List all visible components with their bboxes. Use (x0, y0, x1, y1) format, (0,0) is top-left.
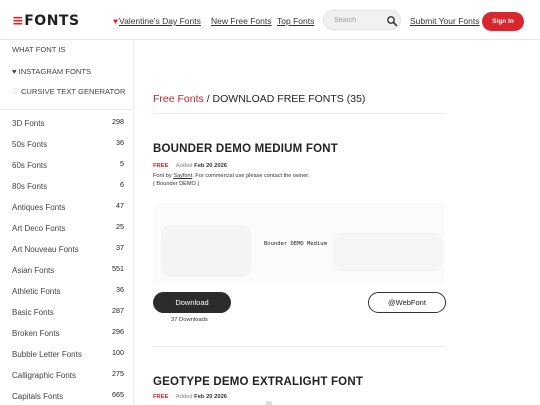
sidebar-link-label: CURSIVE TEXT GENERATOR (20, 87, 126, 96)
sidebar-link-instagram-fonts[interactable]: ♥ INSTAGRAM FONTS (12, 67, 91, 76)
sidebar-category[interactable]: Art Nouveau Fonts 37 (0, 239, 133, 260)
category-count: 5 (120, 159, 124, 168)
category-name: Antiques Fonts (12, 203, 66, 212)
category-name: 60s Fonts (12, 161, 48, 170)
breadcrumb-free-fonts-link[interactable]: Free Fonts (153, 93, 204, 105)
sidebar-category[interactable]: 80s Fonts 6 (0, 176, 133, 197)
category-name: Capitals Fonts (12, 392, 64, 401)
result-count: (35) (346, 93, 366, 105)
sidebar-link-label: WHAT FONT IS (12, 45, 66, 54)
preview-text: Bounder DEMO Medium (264, 241, 327, 247)
category-count: 551 (112, 264, 124, 273)
heart-icon: ♥ (113, 16, 119, 26)
nav-submit-your-fonts[interactable]: Submit Your Fonts (410, 16, 479, 26)
sidebar-category[interactable]: 50s Fonts 36 (0, 134, 133, 155)
category-count: 296 (112, 327, 124, 336)
nav-new-free-fonts[interactable]: New Free Fonts (211, 16, 271, 26)
heart-icon: ♥ (12, 67, 17, 76)
added-label: Added (175, 394, 193, 400)
font-preview[interactable]: Bounder DEMO Medium (153, 203, 445, 283)
category-name: Bubble Letter Fonts (12, 350, 82, 359)
category-count: 100 (112, 348, 124, 357)
category-name: Art Deco Fonts (12, 224, 66, 233)
sidebar-category[interactable]: Asian Fonts 551 (0, 260, 133, 281)
download-count: 37 Downloads (171, 317, 208, 323)
nav-valentine-label: Valentine's Day Fonts (119, 16, 201, 26)
search-box (323, 10, 401, 30)
sidebar-link-cursive-text-generator[interactable]: ♡ CURSIVE TEXT GENERATOR (12, 87, 125, 96)
font-meta: FREE Added Feb 20 2026 (153, 394, 227, 400)
sidebar-category[interactable]: Broken Fonts 296 (0, 323, 133, 344)
category-name: Asian Fonts (12, 266, 55, 275)
category-name: Broken Fonts (12, 329, 60, 338)
category-count: 47 (116, 201, 124, 210)
breadcrumb: Free Fonts / DOWNLOAD FREE FONTS (35) (153, 93, 365, 105)
byline-prefix: Font by (153, 173, 174, 179)
logo-text: FONTS (24, 13, 80, 29)
sidebar-category[interactable]: Capitals Fonts 665 (0, 386, 133, 405)
font-byline: Font by Sayfont. For commercial use plea… (153, 173, 309, 179)
font-family-note: ( Bounder DEMO ) (153, 181, 200, 187)
category-count: 36 (116, 285, 124, 294)
category-count: 665 (112, 390, 124, 399)
category-count: 287 (112, 306, 124, 315)
breadcrumb-divider (153, 113, 445, 114)
sidebar-category[interactable]: Athletic Fonts 36 (0, 281, 133, 302)
byline-suffix: . For commercial use please contact the … (192, 173, 310, 179)
sidebar-category[interactable]: Calligraphic Fonts 275 (0, 365, 133, 386)
sidebar-category[interactable]: Antiques Fonts 47 (0, 197, 133, 218)
preview-decoration (161, 225, 251, 277)
added-date: Feb 20 2026 (194, 394, 228, 400)
category-name: Athletic Fonts (12, 287, 61, 296)
card-divider (153, 346, 445, 347)
sidebar-category[interactable]: Bubble Letter Fonts 100 (0, 344, 133, 365)
category-name: 80s Fonts (12, 182, 48, 191)
author-link[interactable]: Sayfont (173, 173, 192, 179)
font-title-link[interactable]: BOUNDER DEMO MEDIUM FONT (153, 143, 338, 155)
logo-mark: ≡ (12, 13, 25, 29)
cutoff-fragment (266, 401, 272, 405)
font-meta: FREE Added Feb 20 2026 (153, 163, 227, 169)
sidebar-category[interactable]: 3D Fonts 298 (0, 113, 133, 134)
site-logo[interactable]: ≡FONTS (12, 13, 80, 29)
category-count: 36 (116, 138, 124, 147)
download-button[interactable]: Download (153, 292, 231, 313)
webfont-button[interactable]: @WebFont (368, 292, 446, 313)
search-input[interactable] (334, 14, 380, 27)
sidebar-category[interactable]: 60s Fonts 5 (0, 155, 133, 176)
heart-outline-icon: ♡ (12, 87, 19, 96)
category-count: 275 (112, 369, 124, 378)
search-icon[interactable] (386, 15, 398, 27)
added-date: Feb 20 2026 (194, 163, 228, 169)
category-count: 37 (116, 243, 124, 252)
font-title-link[interactable]: GEOTYPE DEMO EXTRALIGHT FONT (153, 376, 363, 388)
nav-valentines-day-fonts[interactable]: ♥Valentine's Day Fonts (113, 16, 201, 26)
category-name: Basic Fonts (12, 308, 54, 317)
free-badge: FREE (153, 394, 169, 400)
breadcrumb-separator: / (203, 93, 213, 105)
sign-in-button[interactable]: Sign In (482, 12, 524, 31)
category-name: Art Nouveau Fonts (12, 245, 79, 254)
free-badge: FREE (153, 163, 169, 169)
sidebar-divider (0, 109, 133, 110)
category-count: 6 (120, 180, 124, 189)
category-name: 3D Fonts (12, 119, 45, 128)
category-name: 50s Fonts (12, 140, 48, 149)
sidebar: WHAT FONT IS ♥ INSTAGRAM FONTS ♡ CURSIVE… (0, 40, 134, 405)
category-name: Calligraphic Fonts (12, 371, 77, 380)
sidebar-category[interactable]: Basic Fonts 287 (0, 302, 133, 323)
sidebar-link-label: INSTAGRAM FONTS (18, 67, 92, 76)
category-count: 298 (112, 117, 124, 126)
preview-decoration (333, 233, 443, 271)
nav-top-fonts[interactable]: Top Fonts (277, 16, 314, 26)
category-count: 25 (116, 222, 124, 231)
sidebar-category[interactable]: Art Deco Fonts 25 (0, 218, 133, 239)
top-header: ≡FONTS ♥Valentine's Day Fonts New Free F… (0, 0, 540, 40)
page-title: DOWNLOAD FREE FONTS (212, 93, 344, 105)
sidebar-link-what-font-is[interactable]: WHAT FONT IS (12, 45, 66, 54)
added-label: Added (175, 163, 193, 169)
